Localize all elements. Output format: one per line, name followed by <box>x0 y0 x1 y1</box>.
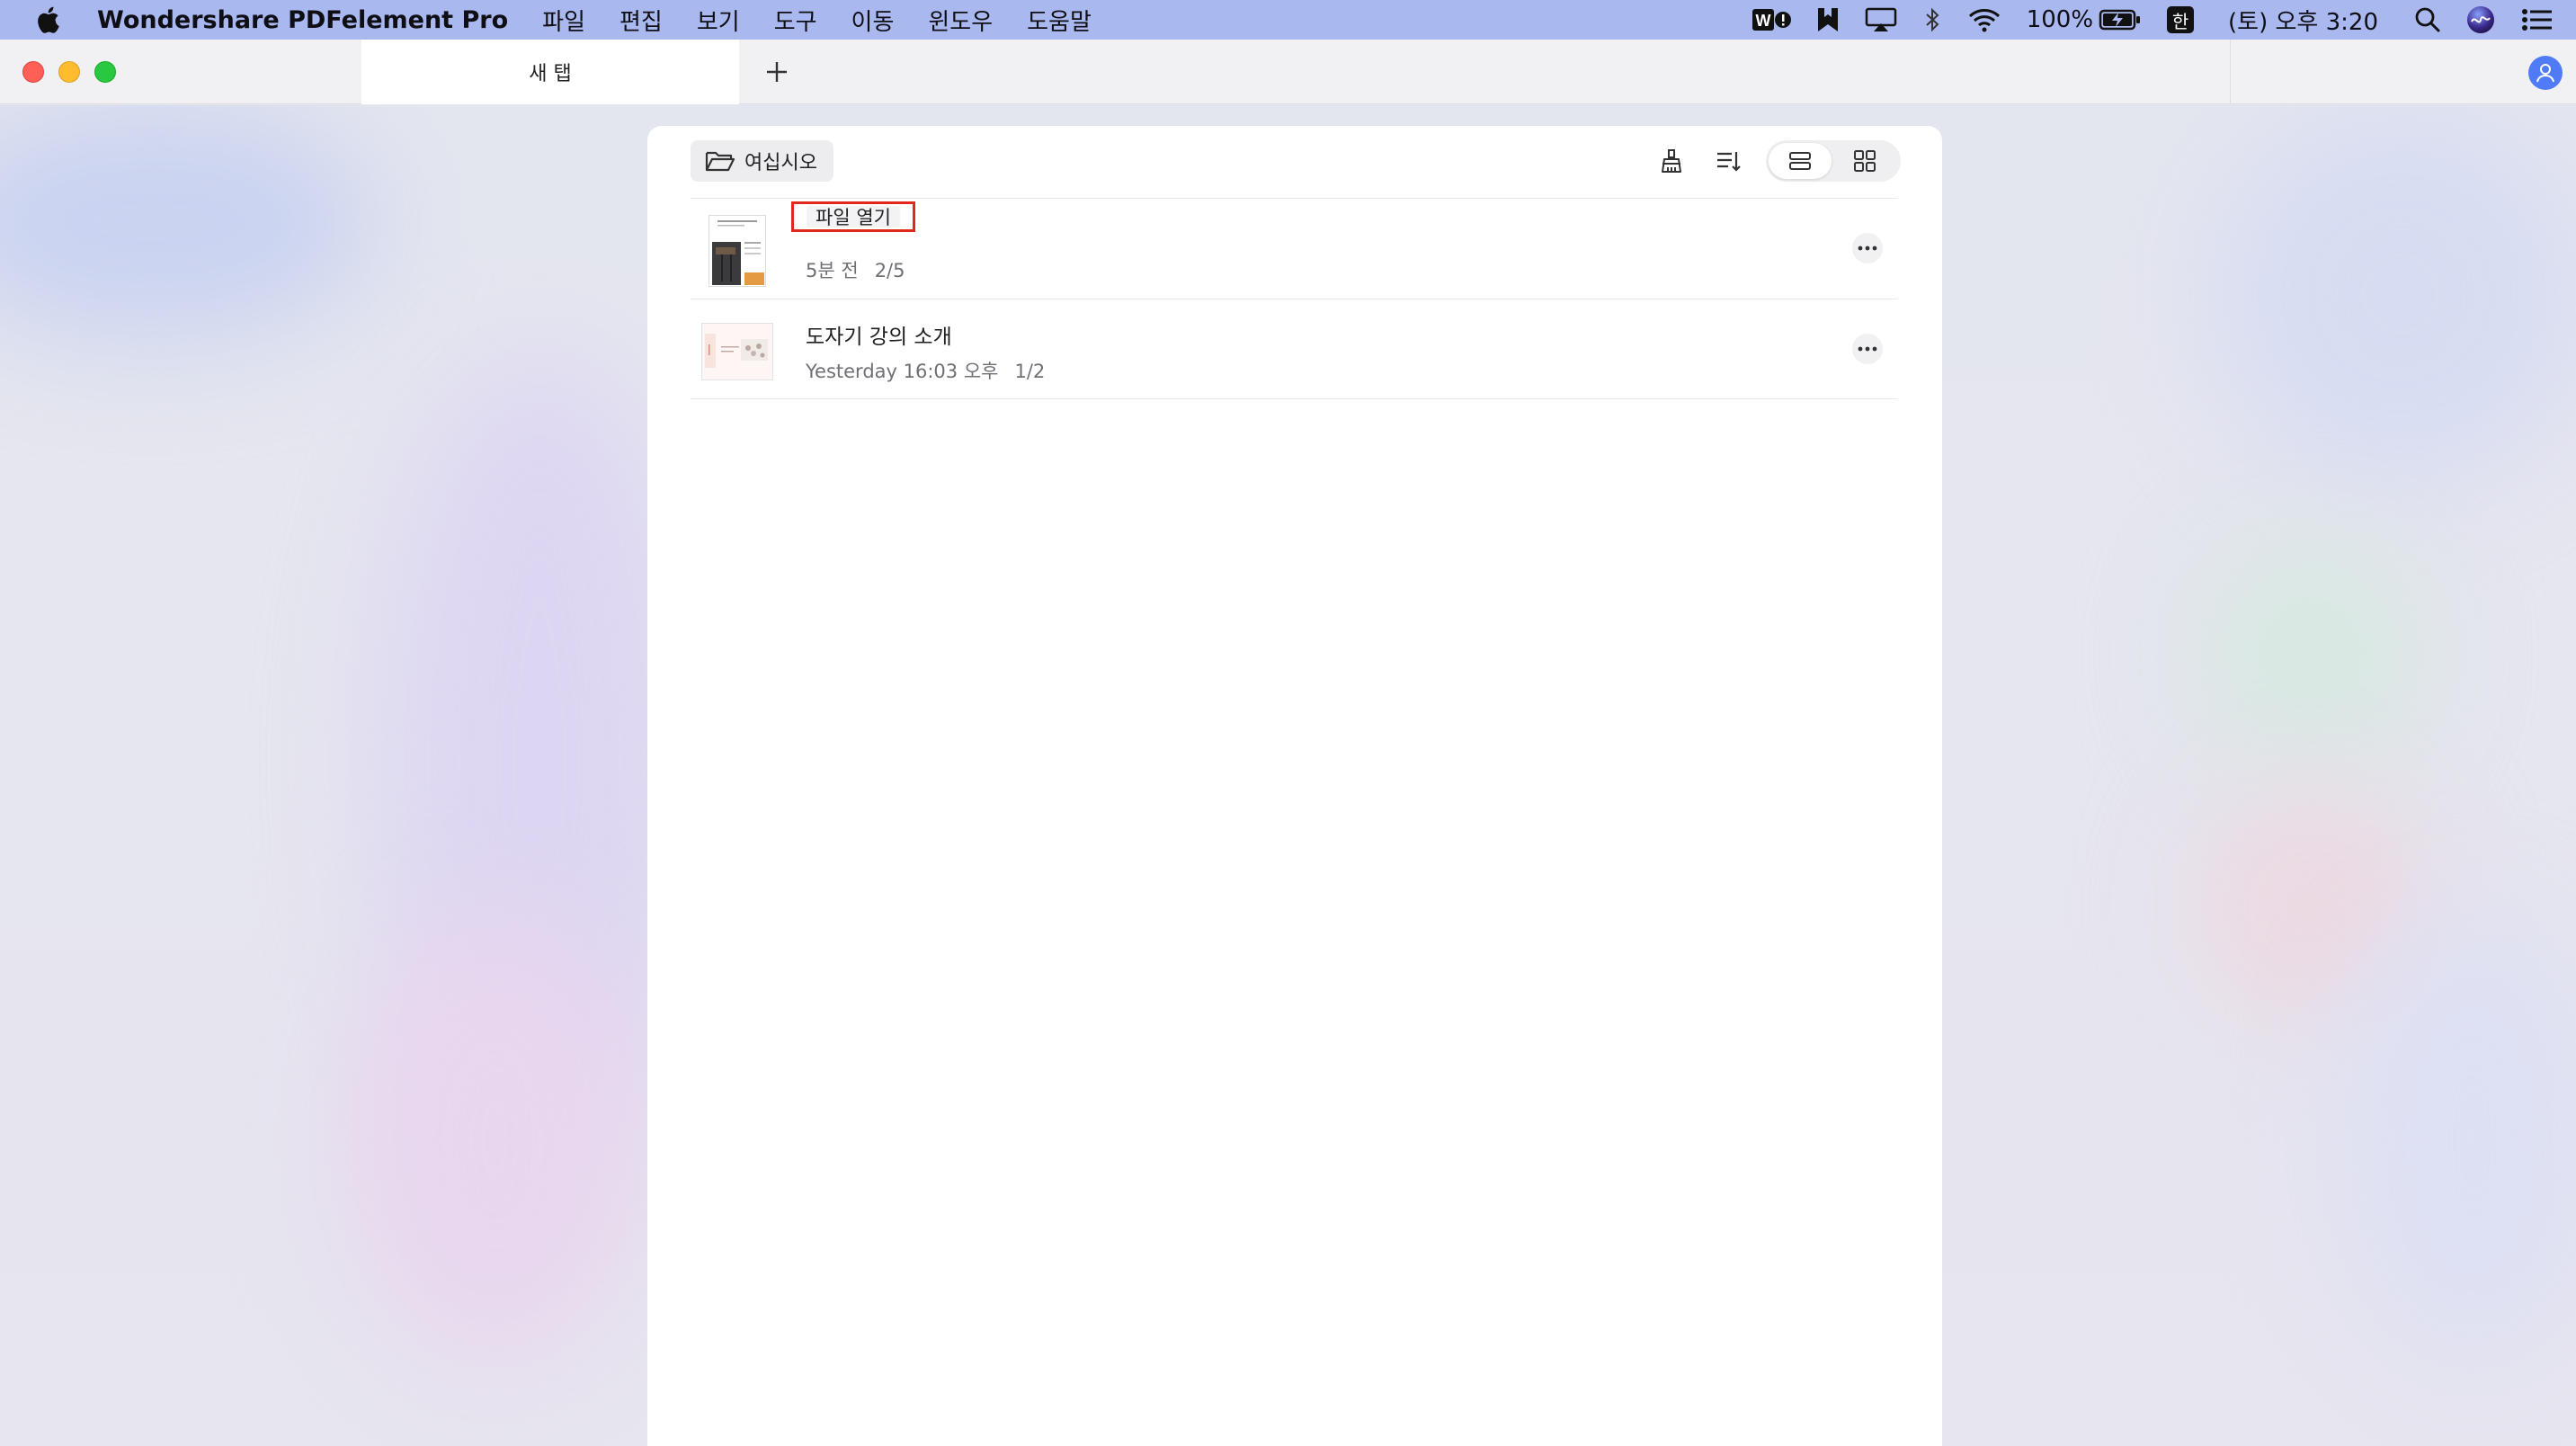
window-close-button[interactable] <box>22 61 44 83</box>
sort-button[interactable] <box>1711 144 1745 178</box>
tab-new[interactable]: 새 탭 <box>361 40 739 104</box>
more-options-button[interactable] <box>1852 233 1883 263</box>
list-view-button[interactable] <box>1769 143 1832 179</box>
menu-bar: Wondershare PDFelement Pro 파일 편집 보기 도구 이… <box>0 0 2576 40</box>
menu-edit[interactable]: 편집 <box>619 4 663 37</box>
grid-view-button[interactable] <box>1833 143 1896 179</box>
backdrop-blob <box>2194 537 2428 771</box>
airplay-icon[interactable] <box>1865 6 1897 33</box>
clean-recent-button[interactable] <box>1654 144 1689 178</box>
apple-logo-icon[interactable] <box>36 5 61 34</box>
battery-percent: 100% <box>2026 6 2094 33</box>
app-name-menu[interactable]: Wondershare PDFelement Pro <box>97 6 508 34</box>
bookmark-app-icon[interactable] <box>1816 6 1840 33</box>
window-zoom-button[interactable] <box>94 61 116 83</box>
window-minimize-button[interactable] <box>58 61 80 83</box>
control-center-icon[interactable] <box>2520 6 2554 33</box>
input-method-indicator[interactable]: 한 <box>2167 6 2195 33</box>
window-tab-bar: 새 탭 <box>0 40 2576 104</box>
file-pages: 1/2 <box>1014 361 1046 382</box>
menu-file[interactable]: 파일 <box>542 4 585 37</box>
file-time: Yesterday 16:03 오후 <box>806 361 999 382</box>
plus-icon <box>767 62 787 82</box>
menu-view[interactable]: 보기 <box>697 4 740 37</box>
battery-charging-icon[interactable] <box>2099 8 2142 31</box>
wifi-icon[interactable] <box>1967 6 2001 33</box>
open-file-label: 여십시오 <box>744 152 817 174</box>
user-account-button[interactable] <box>2528 56 2563 90</box>
file-time: 5분 전 <box>806 260 859 281</box>
backdrop-blob <box>0 105 378 339</box>
file-pages: 2/5 <box>874 260 905 281</box>
list-view-icon <box>1789 152 1811 170</box>
wps-status-icon[interactable]: W <box>1752 6 1791 33</box>
open-file-button[interactable]: 여십시오 <box>691 140 833 182</box>
open-file-tooltip: 파일 열기 <box>791 201 915 232</box>
bluetooth-icon[interactable] <box>1922 6 1942 33</box>
file-name: 도자기 강의 소개 <box>806 326 952 349</box>
clock[interactable]: (토) 오후 3:20 <box>2228 4 2378 37</box>
siri-icon[interactable] <box>2466 5 2495 34</box>
spotlight-search-icon[interactable] <box>2414 6 2441 33</box>
tab-label: 새 탭 <box>529 63 572 85</box>
menu-tools[interactable]: 도구 <box>774 4 817 37</box>
file-thumbnail <box>701 316 773 388</box>
view-mode-toggle <box>1766 140 1901 182</box>
more-horizontal-icon <box>1858 245 1877 251</box>
status-area: W 100% 한 (토) 오후 3:20 <box>1752 0 2576 40</box>
svg-text:W: W <box>1755 12 1770 30</box>
backdrop-blob <box>342 915 647 1364</box>
add-tab-button[interactable] <box>761 56 793 88</box>
more-options-button[interactable] <box>1852 334 1883 364</box>
menu-window[interactable]: 윈도우 <box>928 4 993 37</box>
broom-icon <box>1662 149 1681 173</box>
menu-go[interactable]: 이동 <box>851 4 895 37</box>
file-thumbnail <box>701 215 773 287</box>
folder-open-icon <box>705 151 735 172</box>
recent-file-row[interactable]: 도자기 강의 소개 Yesterday 16:03 오후 1/2 <box>691 299 1897 399</box>
file-meta: 5분 전 2/5 <box>806 256 905 283</box>
backdrop-blob <box>2212 105 2576 483</box>
menu-help[interactable]: 도움말 <box>1027 4 1092 37</box>
grid-view-icon <box>1854 150 1876 172</box>
more-horizontal-icon <box>1858 346 1877 352</box>
user-account-icon <box>2536 64 2554 83</box>
tooltip-label: 파일 열기 <box>807 206 900 228</box>
tabbar-divider <box>2230 40 2231 104</box>
file-meta: Yesterday 16:03 오후 1/2 <box>806 357 1045 384</box>
input-method-label: 한 <box>2171 10 2189 32</box>
recent-files-panel: 여십시오 5분 전 2/5 도자기 강의 소개 Yesterday 16:03 … <box>647 126 1942 1446</box>
sort-icon <box>1717 152 1741 172</box>
